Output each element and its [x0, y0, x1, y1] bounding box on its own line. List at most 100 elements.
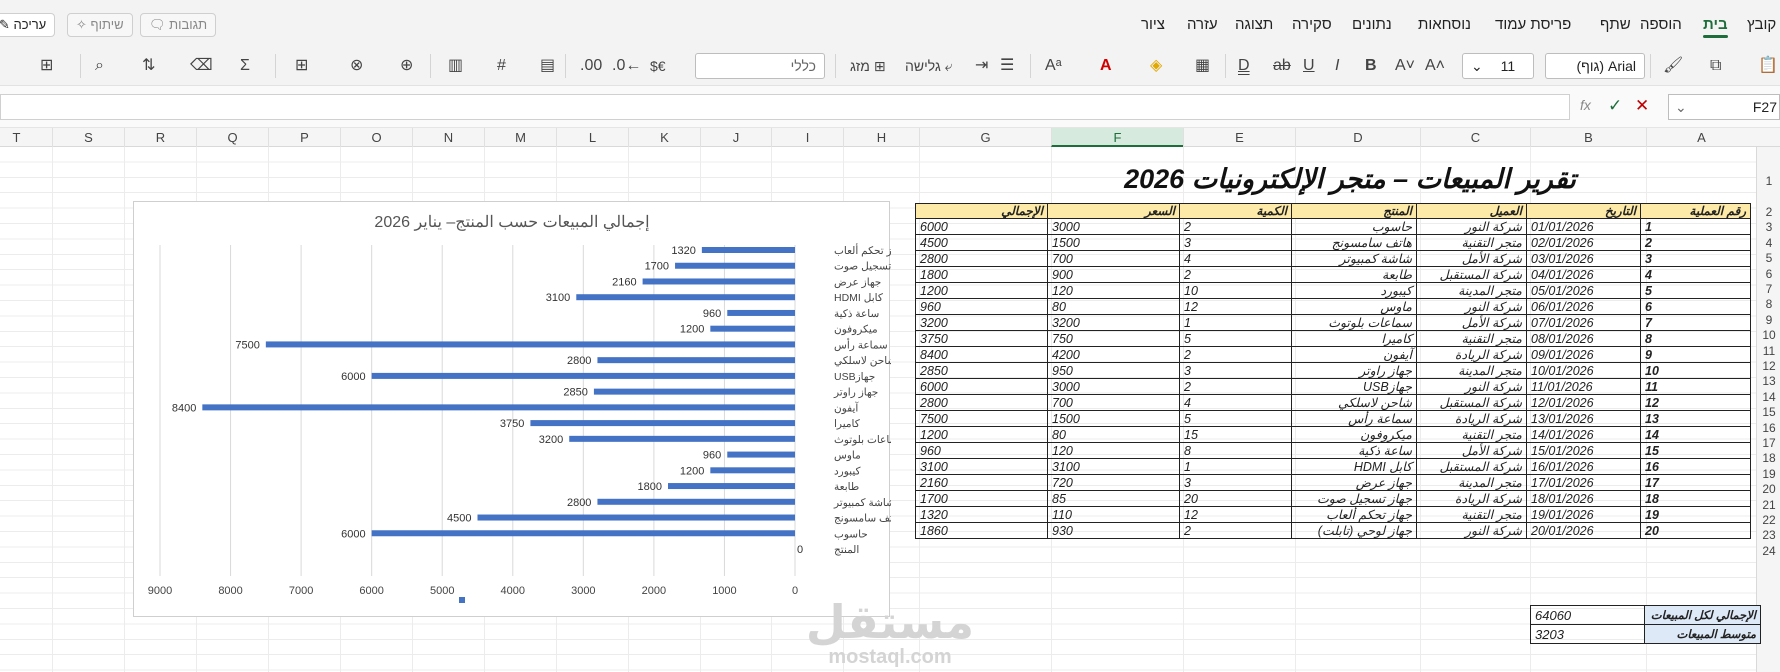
delete-cells-icon[interactable]: ⊗: [350, 56, 363, 76]
table-cell[interactable]: 2: [1179, 346, 1292, 364]
table-cell[interactable]: شاشة كمبيوتر: [1291, 250, 1417, 268]
table-cell[interactable]: متجر التقنية: [1416, 426, 1527, 444]
row-header-10[interactable]: 10: [1757, 328, 1780, 342]
table-cell[interactable]: 15: [1179, 426, 1292, 444]
table-cell[interactable]: 20/01/2026: [1526, 522, 1641, 540]
table-cell[interactable]: 03/01/2026: [1526, 250, 1641, 268]
table-cell[interactable]: ساعة ذكية: [1291, 442, 1417, 460]
table-cell[interactable]: جهاز تحكم ألعاب: [1291, 506, 1417, 524]
font-name-dropdown[interactable]: Arial (גוף): [1545, 53, 1645, 79]
table-cell[interactable]: 3: [1179, 234, 1292, 252]
table-cell[interactable]: 80: [1047, 298, 1180, 316]
table-cell[interactable]: شركة المستقبل: [1416, 458, 1527, 476]
table-cell[interactable]: سماعة رأس: [1291, 410, 1417, 428]
increase-font-icon[interactable]: A˄: [1425, 56, 1445, 76]
column-header-h[interactable]: H: [843, 128, 919, 147]
sales-bar-chart[interactable]: إجمالي المبيعات حسب المنتج– يناير 2026 0 1…: [133, 201, 891, 617]
conditional-format-icon[interactable]: ▤: [540, 56, 555, 76]
table-cell[interactable]: جهاز راوتر: [1291, 362, 1417, 380]
table-cell[interactable]: 750: [1047, 330, 1180, 348]
row-header-18[interactable]: 18: [1757, 451, 1780, 465]
table-cell[interactable]: متجر المدينة: [1416, 362, 1527, 380]
tab-0[interactable]: קובץ: [1747, 16, 1776, 33]
insert-cells-icon[interactable]: ⊕: [400, 56, 413, 76]
table-cell[interactable]: سماعات بلوتوث: [1291, 314, 1417, 332]
column-header-n[interactable]: N: [412, 128, 484, 147]
table-cell[interactable]: ماوس: [1291, 298, 1417, 316]
paste-icon[interactable]: 📋: [1758, 56, 1778, 76]
table-cell[interactable]: 15/01/2026: [1526, 442, 1641, 460]
column-title-5[interactable]: السعر: [1047, 202, 1180, 220]
table-cell[interactable]: 11/01/2026: [1526, 378, 1641, 396]
table-cell[interactable]: 2160: [915, 474, 1048, 492]
table-cell[interactable]: 1500: [1047, 234, 1180, 252]
table-cell[interactable]: 10: [1179, 282, 1292, 300]
row-header-19[interactable]: 19: [1757, 467, 1780, 481]
table-cell[interactable]: 2: [1179, 266, 1292, 284]
table-cell[interactable]: 700: [1047, 250, 1180, 268]
column-header-p[interactable]: P: [268, 128, 340, 147]
table-cell[interactable]: 14: [1640, 426, 1751, 444]
decrease-decimal-icon[interactable]: .0←: [612, 56, 641, 76]
table-cell[interactable]: 20: [1640, 522, 1751, 540]
column-title-0[interactable]: رقم العملية: [1640, 202, 1751, 220]
table-cell[interactable]: 3200: [915, 314, 1048, 332]
column-title-2[interactable]: العميل: [1416, 202, 1527, 220]
column-title-1[interactable]: التاريخ: [1526, 202, 1641, 220]
tab-4[interactable]: פריסת עמוד: [1495, 16, 1571, 33]
table-cell[interactable]: 2: [1179, 522, 1292, 540]
column-header-s[interactable]: S: [52, 128, 124, 147]
table-cell[interactable]: 15: [1640, 442, 1751, 460]
table-cell[interactable]: 8: [1640, 330, 1751, 348]
column-title-4[interactable]: الكمية: [1179, 202, 1292, 220]
column-header-e[interactable]: E: [1183, 128, 1295, 147]
table-cell[interactable]: 3100: [915, 458, 1048, 476]
table-cell[interactable]: 8: [1179, 442, 1292, 460]
table-cell[interactable]: 2800: [915, 250, 1048, 268]
table-cell[interactable]: 01/01/2026: [1526, 218, 1641, 236]
autosum-icon[interactable]: Σ: [240, 56, 250, 76]
tab-1[interactable]: בית: [1703, 16, 1728, 38]
table-cell[interactable]: 19: [1640, 506, 1751, 524]
table-cell[interactable]: 1860: [915, 522, 1048, 540]
table-cell[interactable]: 17: [1640, 474, 1751, 492]
table-cell[interactable]: متجر التقنية: [1416, 506, 1527, 524]
table-cell[interactable]: شركة الريادة: [1416, 490, 1527, 508]
column-header-a[interactable]: A: [1646, 128, 1756, 147]
table-cell[interactable]: 1200: [915, 282, 1048, 300]
row-header-16[interactable]: 16: [1757, 421, 1780, 435]
summary-value[interactable]: 64060: [1530, 605, 1645, 625]
table-cell[interactable]: 2800: [915, 394, 1048, 412]
table-cell[interactable]: 13/01/2026: [1526, 410, 1641, 428]
table-cell[interactable]: شركة الأمل: [1416, 250, 1527, 268]
tab-6[interactable]: נתונים: [1352, 16, 1392, 33]
table-cell[interactable]: آيفون: [1291, 346, 1417, 364]
table-cell[interactable]: 02/01/2026: [1526, 234, 1641, 252]
tab-2[interactable]: הוספה: [1640, 16, 1682, 33]
table-cell[interactable]: 05/01/2026: [1526, 282, 1641, 300]
format-painter-icon[interactable]: 🖌: [1663, 56, 1683, 76]
table-cell[interactable]: 17/01/2026: [1526, 474, 1641, 492]
row-header-6[interactable]: 6: [1757, 267, 1780, 281]
table-format-icon[interactable]: #: [497, 56, 506, 76]
cell-styles-icon[interactable]: ▥: [448, 56, 463, 76]
row-header-3[interactable]: 3: [1757, 220, 1780, 234]
table-cell[interactable]: 85: [1047, 490, 1180, 508]
table-cell[interactable]: 1500: [1047, 410, 1180, 428]
add-ins-icon[interactable]: ⊞: [40, 56, 53, 76]
table-cell[interactable]: ميكروفون: [1291, 426, 1417, 444]
table-cell[interactable]: 16/01/2026: [1526, 458, 1641, 476]
font-color-icon[interactable]: A: [1100, 56, 1112, 76]
italic-icon[interactable]: I: [1335, 56, 1339, 76]
decrease-font-icon[interactable]: A˅: [1395, 56, 1415, 76]
strikethrough-icon[interactable]: ab: [1273, 56, 1291, 76]
table-cell[interactable]: 3100: [1047, 458, 1180, 476]
table-cell[interactable]: 3000: [1047, 378, 1180, 396]
table-cell[interactable]: 10: [1640, 362, 1751, 380]
summary-label[interactable]: الإجمالي لكل المبيعات: [1644, 605, 1761, 625]
table-cell[interactable]: 120: [1047, 442, 1180, 460]
row-header-13[interactable]: 13: [1757, 374, 1780, 388]
tab-7[interactable]: סקירה: [1292, 16, 1332, 33]
table-cell[interactable]: 4: [1179, 394, 1292, 412]
table-cell[interactable]: 06/01/2026: [1526, 298, 1641, 316]
